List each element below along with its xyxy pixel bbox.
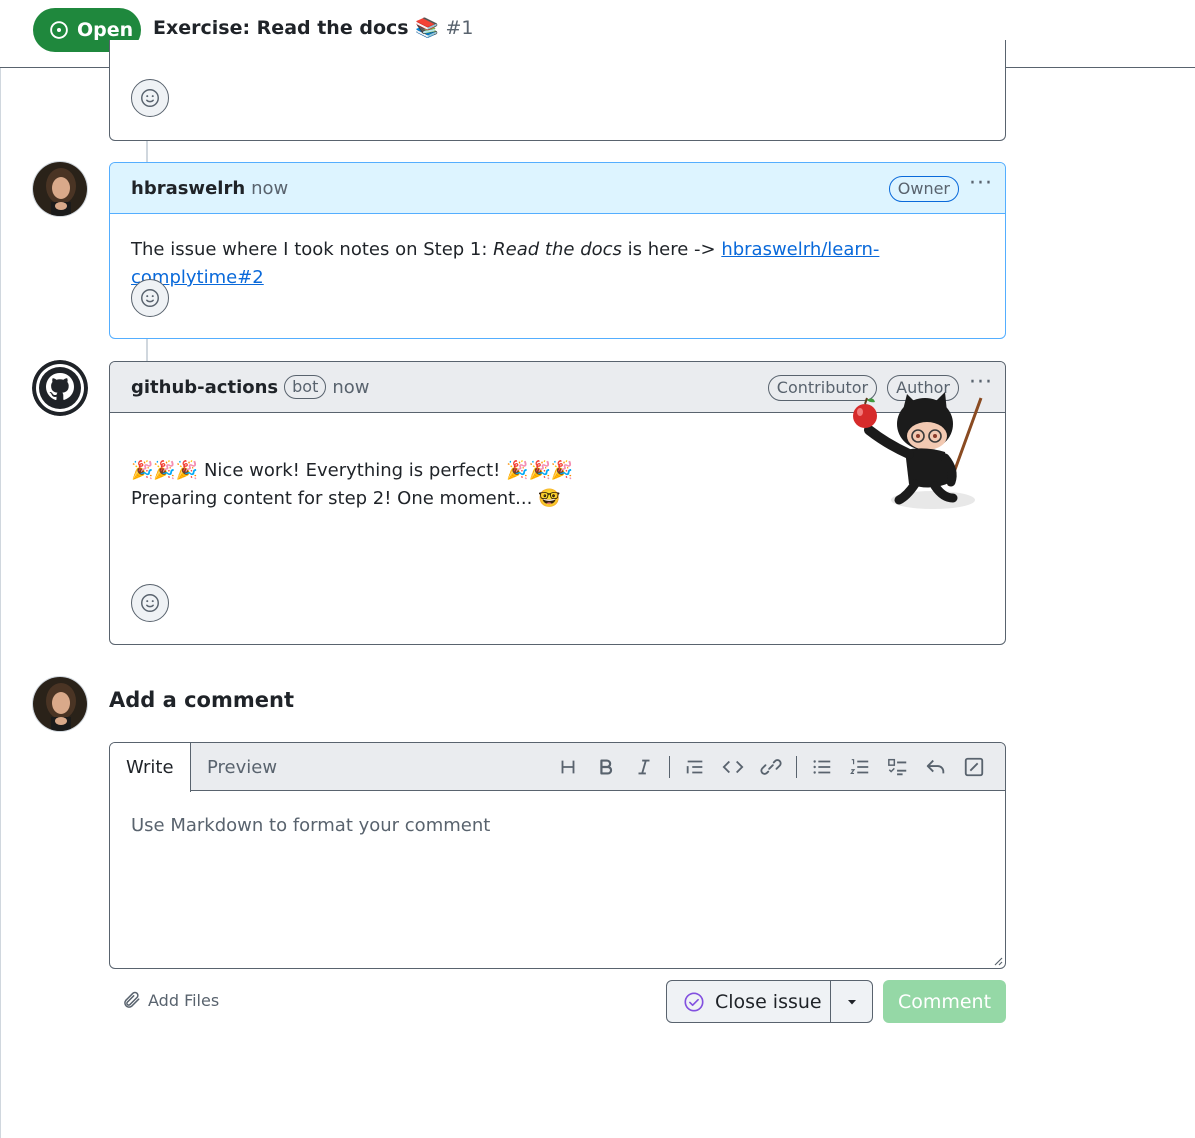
comment-text-middle: is here -> <box>621 239 722 260</box>
avatar-hbraswelrh[interactable] <box>32 161 88 217</box>
tab-preview[interactable]: Preview <box>191 743 293 791</box>
add-reaction-button[interactable] <box>131 584 169 622</box>
previous-comment <box>109 40 1006 141</box>
heading-button[interactable] <box>549 748 587 786</box>
comment-hbraswelrh: hbraswelrh now Owner ··· The issue where… <box>109 162 1006 339</box>
github-logo-icon <box>32 360 88 416</box>
quote-icon <box>686 760 703 774</box>
edit-square-icon <box>964 757 984 777</box>
issue-opened-icon <box>50 21 68 39</box>
markdown-toolbar <box>549 743 993 791</box>
user-avatar-image <box>33 162 87 216</box>
ordered-list-button[interactable] <box>841 748 879 786</box>
page-left-border <box>0 68 1 1138</box>
unordered-list-button[interactable] <box>803 748 841 786</box>
smiley-icon <box>141 594 159 612</box>
italic-button[interactable] <box>625 748 663 786</box>
comment-submit-button[interactable]: Comment <box>883 980 1006 1023</box>
comment-github-actions: github-actions bot now Contributor Autho… <box>109 361 1006 645</box>
add-files-label: Add Files <box>148 990 220 1010</box>
add-files-button[interactable]: Add Files <box>122 990 219 1010</box>
smiley-icon <box>141 289 159 307</box>
comment-header: hbraswelrh now Owner ··· <box>110 163 1005 214</box>
toolbar-divider <box>796 756 797 778</box>
bold-button[interactable] <box>587 748 625 786</box>
comment-timestamp[interactable]: now <box>332 377 369 398</box>
timeline-connector <box>146 141 148 163</box>
quote-button[interactable] <box>676 748 714 786</box>
bot-label: bot <box>284 375 327 399</box>
italic-icon <box>638 759 650 775</box>
timeline-connector <box>146 339 148 362</box>
fullscreen-button[interactable] <box>955 748 993 786</box>
close-issue-button[interactable]: Close issue <box>667 981 831 1022</box>
reply-button[interactable] <box>917 748 955 786</box>
code-icon <box>722 760 744 774</box>
comment-text-emphasis: Read the docs <box>493 239 622 260</box>
issue-number: #1 <box>445 17 474 39</box>
close-issue-options-button[interactable] <box>831 981 872 1022</box>
smiley-icon <box>141 89 159 107</box>
tab-write[interactable]: Write <box>110 743 191 792</box>
octocat-teacher-image <box>853 392 983 509</box>
issue-title-text: Exercise: Read the docs 📚 <box>153 17 439 39</box>
triangle-down-icon <box>847 999 856 1004</box>
add-comment-heading: Add a comment <box>109 688 294 712</box>
editor-tab-bar: Write Preview <box>110 743 1005 792</box>
link-button[interactable] <box>752 748 790 786</box>
comment-options-button[interactable]: ··· <box>969 172 993 204</box>
toolbar-divider <box>669 756 670 778</box>
task-list-icon <box>888 758 907 776</box>
issue-title[interactable]: Exercise: Read the docs 📚 #1 <box>153 16 473 39</box>
issue-closed-icon <box>684 991 704 1012</box>
reply-icon <box>926 759 945 774</box>
paperclip-icon <box>124 991 140 1008</box>
add-reaction-button[interactable] <box>131 79 169 117</box>
close-issue-split-button: Close issue <box>666 980 873 1023</box>
heading-icon <box>561 760 575 774</box>
bold-icon <box>600 759 613 775</box>
issue-state-label: Open <box>77 19 134 41</box>
user-avatar-image <box>33 677 87 731</box>
close-issue-label: Close issue <box>715 990 822 1013</box>
comment-timestamp[interactable]: now <box>251 178 288 199</box>
comment-editor: Write Preview Use Markdown to format you… <box>109 742 1006 969</box>
link-icon <box>760 759 782 775</box>
current-user-avatar[interactable] <box>32 676 88 732</box>
comment-author[interactable]: github-actions <box>131 377 278 398</box>
comment-textarea[interactable]: Use Markdown to format your comment <box>131 815 490 836</box>
avatar-github-actions[interactable] <box>32 360 88 416</box>
comment-body: The issue where I took notes on Step 1: … <box>110 214 1005 292</box>
comment-author[interactable]: hbraswelrh <box>131 178 245 199</box>
task-list-button[interactable] <box>879 748 917 786</box>
ordered-list-icon <box>850 759 869 775</box>
unordered-list-icon <box>813 760 831 774</box>
comment-header-actions: Owner ··· <box>888 163 993 214</box>
code-button[interactable] <box>714 748 752 786</box>
owner-label: Owner <box>888 175 960 202</box>
resize-handle-icon[interactable] <box>993 956 1003 966</box>
add-reaction-button[interactable] <box>131 279 169 317</box>
comment-text: The issue where I took notes on Step 1: <box>131 239 494 260</box>
